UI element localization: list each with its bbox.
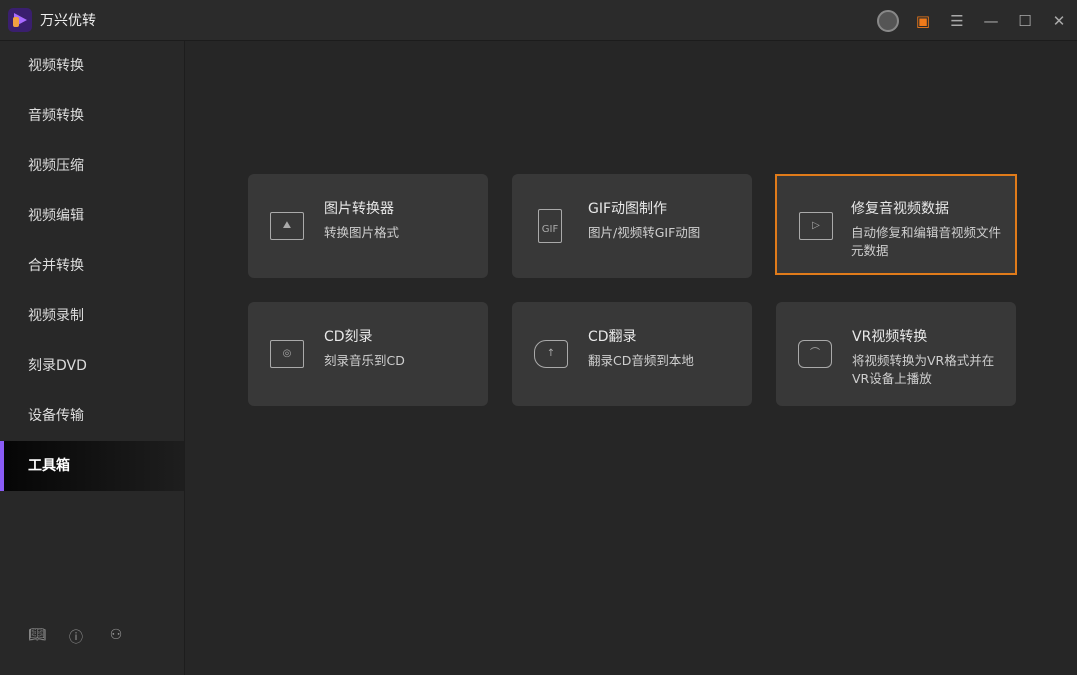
- tool-title: CD翻录: [588, 329, 637, 345]
- maximize-icon[interactable]: ☐: [1015, 12, 1035, 30]
- close-icon[interactable]: ✕: [1049, 12, 1069, 30]
- users-icon[interactable]: ⚇: [108, 627, 124, 647]
- menu-icon[interactable]: ☰: [947, 12, 967, 30]
- tool-desc: 将视频转换为VR格式并在VR设备上播放: [852, 353, 995, 386]
- sidebar-item-transfer[interactable]: 设备传输: [0, 391, 184, 441]
- tool-desc: 翻录CD音频到本地: [588, 353, 694, 368]
- book-icon[interactable]: 📖︎: [28, 627, 46, 647]
- sidebar-item-merge[interactable]: 合并转换: [0, 241, 184, 291]
- sidebar-item-record[interactable]: 视频录制: [0, 291, 184, 341]
- tool-title: 修复音视频数据: [851, 201, 949, 217]
- sidebar-item-audio-convert[interactable]: 音频转换: [0, 91, 184, 141]
- tool-desc: 转换图片格式: [324, 225, 400, 240]
- gif-icon: GIF: [538, 209, 562, 243]
- tool-title: GIF动图制作: [588, 201, 668, 217]
- tool-card-gif-maker[interactable]: GIF GIF动图制作 图片/视频转GIF动图: [512, 174, 752, 278]
- sidebar-item-toolbox[interactable]: 工具箱: [0, 441, 184, 491]
- sidebar-item-video-edit[interactable]: 视频编辑: [0, 191, 184, 241]
- account-icon[interactable]: [877, 9, 899, 32]
- tool-desc: 刻录音乐到CD: [324, 353, 405, 368]
- cd-burn-icon: ◎: [270, 340, 304, 368]
- sidebar-item-video-convert[interactable]: 视频转换: [0, 41, 184, 91]
- tool-desc: 图片/视频转GIF动图: [588, 225, 701, 240]
- title-bar: 万兴优转 ▣ ☰ — ☐ ✕: [0, 0, 1077, 41]
- tool-desc: 自动修复和编辑音视频文件元数据: [851, 225, 1002, 258]
- tool-title: VR视频转换: [852, 329, 928, 345]
- tool-card-cd-burn[interactable]: ◎ CD刻录 刻录音乐到CD: [248, 302, 488, 406]
- tool-card-cd-rip[interactable]: ↑ CD翻录 翻录CD音频到本地: [512, 302, 752, 406]
- image-convert-icon: ⛰: [270, 212, 304, 240]
- video-info-icon: ▷: [799, 212, 833, 240]
- tool-card-vr-convert[interactable]: ⌒ VR视频转换 将视频转换为VR格式并在VR设备上播放: [776, 302, 1016, 406]
- tool-card-metadata-fix[interactable]: ▷ 修复音视频数据 自动修复和编辑音视频文件元数据: [775, 174, 1017, 275]
- tool-title: 图片转换器: [324, 201, 394, 217]
- sidebar: 视频转换 音频转换 视频压缩 视频编辑 合并转换 视频录制 刻录DVD 设备传输…: [0, 41, 185, 675]
- app-title: 万兴优转: [40, 13, 96, 29]
- minimize-icon[interactable]: —: [981, 12, 1001, 30]
- cd-rip-icon: ↑: [534, 340, 568, 368]
- sidebar-item-dvd[interactable]: 刻录DVD: [0, 341, 184, 391]
- sidebar-item-video-compress[interactable]: 视频压缩: [0, 141, 184, 191]
- vr-icon: ⌒: [798, 340, 832, 368]
- tool-title: CD刻录: [324, 329, 373, 345]
- help-icon[interactable]: ⓘ: [68, 627, 84, 647]
- app-logo-icon: [8, 8, 32, 32]
- tool-card-image-converter[interactable]: ⛰ 图片转换器 转换图片格式: [248, 174, 488, 278]
- gift-icon[interactable]: ▣: [913, 12, 933, 30]
